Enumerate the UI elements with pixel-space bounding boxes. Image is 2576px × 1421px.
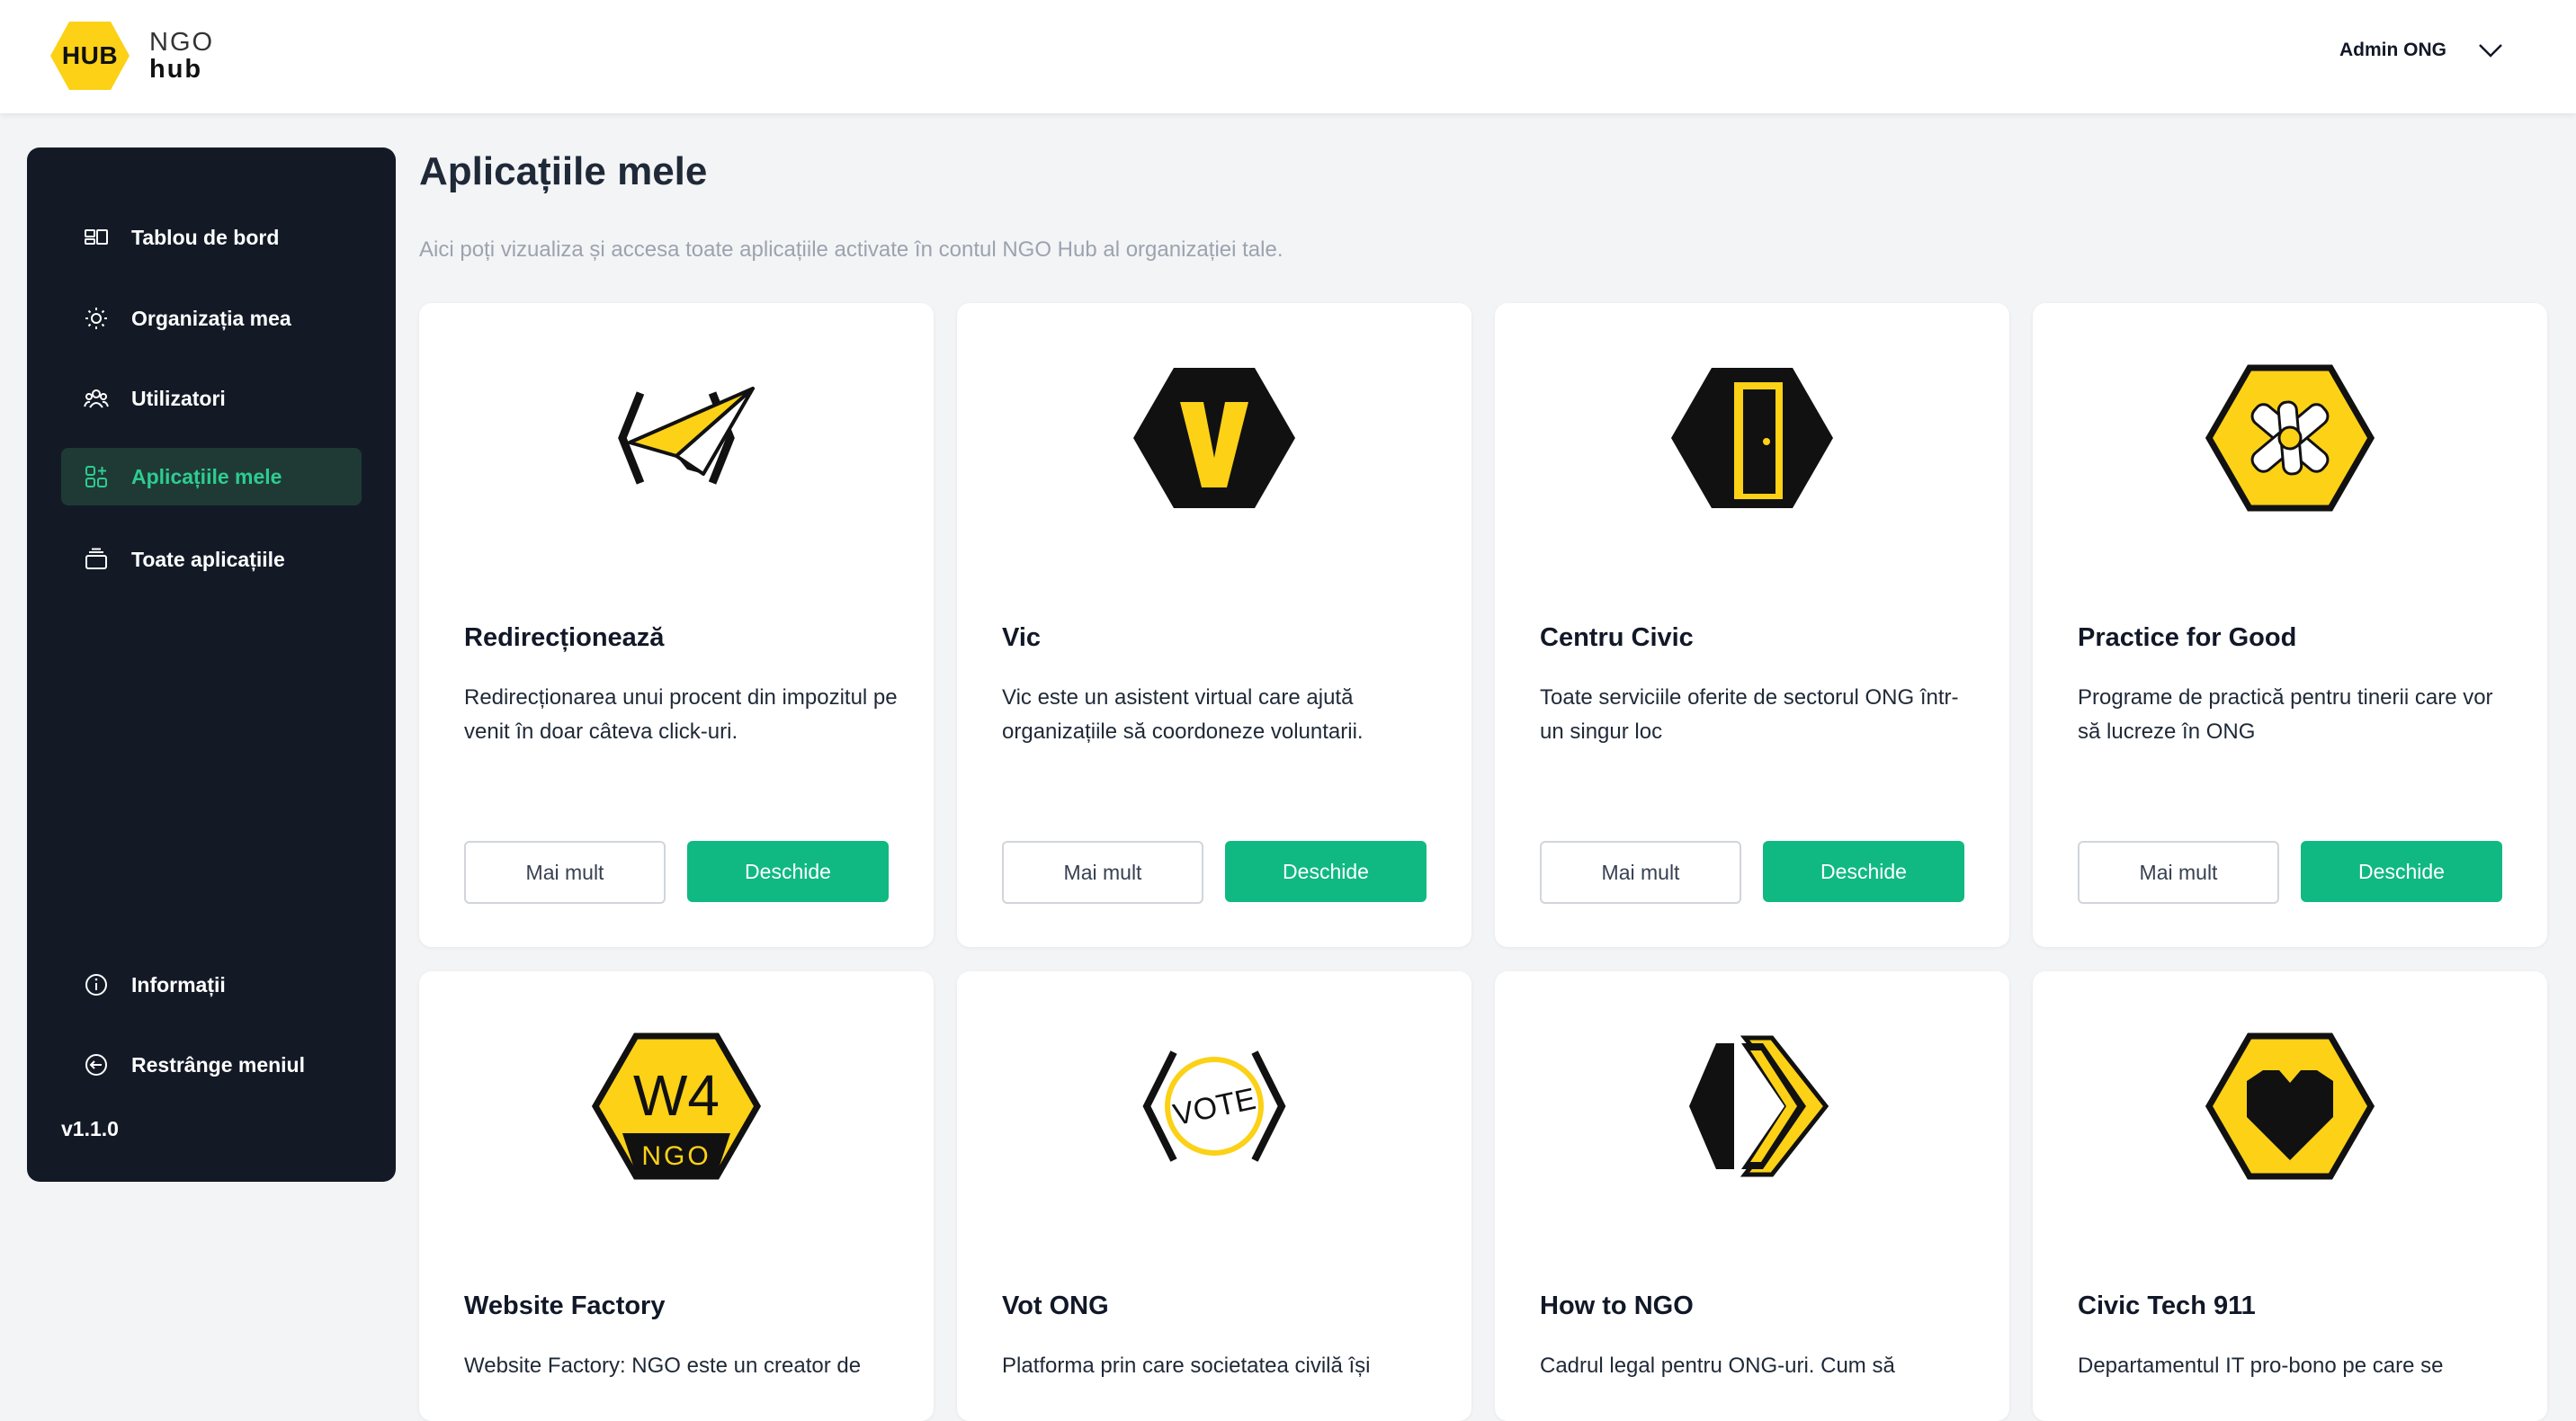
app-card-vic: Vic Vic este un asistent virtual care aj… <box>957 303 1471 947</box>
users-icon <box>83 385 110 412</box>
app-title: How to NGO <box>1540 1291 1694 1320</box>
app-card-civic-tech-911: Civic Tech 911 Departamentul IT pro-bono… <box>2033 971 2547 1421</box>
app-card-how-to-ngo: How to NGO Cadrul legal pentru ONG-uri. … <box>1495 971 2009 1421</box>
logo-badge-text: HUB <box>61 41 119 69</box>
open-button[interactable]: Deschide <box>687 841 889 902</box>
stack-icon <box>83 546 110 573</box>
chevrons-icon <box>1495 1025 2009 1187</box>
sidebar-item-users[interactable]: Utilizatori <box>61 370 362 427</box>
page-title: Aplicațiile mele <box>419 149 708 193</box>
logo-line-1: NGO <box>149 28 215 57</box>
heart-icon <box>2033 1025 2547 1187</box>
sidebar-item-label: Tablou de bord <box>131 225 280 249</box>
app-description: Programe de practică pentru tinerii care… <box>2078 685 2493 744</box>
vote-icon: VOTE <box>957 1025 1471 1187</box>
app-card-redirectioneaza: Redirecționează Redirecționarea unui pro… <box>419 303 934 947</box>
sidebar-item-label: Aplicațiile mele <box>131 464 282 488</box>
arrow-left-circle-icon <box>83 1051 110 1078</box>
app-card-centru-civic: Centru Civic Toate serviciile oferite de… <box>1495 303 2009 947</box>
ngo-hub-logo[interactable]: HUB NGO hub <box>49 20 214 92</box>
sidebar-item-label: Toate aplicațiile <box>131 547 285 571</box>
open-button[interactable]: Deschide <box>1225 841 1427 902</box>
ngo-badge-text: NGO <box>641 1141 711 1171</box>
sidebar-item-label: Restrânge meniul <box>131 1052 305 1077</box>
app-card-website-factory: W4 NGO Website Factory Website Factory: … <box>419 971 934 1421</box>
app-title: Practice for Good <box>2078 623 2297 652</box>
sidebar-item-dashboard[interactable]: Tablou de bord <box>61 209 362 266</box>
app-description: Website Factory: NGO este un creator de <box>464 1354 862 1378</box>
w4-ngo-icon: W4 NGO <box>419 1025 934 1187</box>
app-version: v1.1.0 <box>61 1117 119 1140</box>
sidebar-item-my-apps[interactable]: Aplicațiile mele <box>61 448 362 505</box>
more-button[interactable]: Mai mult <box>1540 841 1741 904</box>
app-description: Redirecționarea unui procent din impozit… <box>464 685 898 744</box>
more-button[interactable]: Mai mult <box>464 841 666 904</box>
app-description: Departamentul IT pro-bono pe care se <box>2078 1354 2444 1378</box>
open-button[interactable]: Deschide <box>2301 841 2502 902</box>
page-subtitle: Aici poți vizualiza și accesa toate apli… <box>419 237 1284 262</box>
app-title: Civic Tech 911 <box>2078 1291 2256 1320</box>
app-description: Platforma prin care societatea civilă îș… <box>1002 1354 1371 1378</box>
hands-icon <box>2033 357 2547 519</box>
sidebar-item-info[interactable]: Informații <box>61 956 362 1014</box>
app-description: Toate serviciile oferite de sectorul ONG… <box>1540 685 1959 744</box>
sidebar: Tablou de bord Organizația mea Utilizato… <box>27 147 396 1182</box>
app-description: Vic este un asistent virtual care ajută … <box>1002 685 1364 744</box>
door-icon <box>1495 357 2009 519</box>
more-button[interactable]: Mai mult <box>1002 841 1203 904</box>
sidebar-item-organization[interactable]: Organizația mea <box>61 290 362 347</box>
app-description: Cadrul legal pentru ONG-uri. Cum să <box>1540 1354 1895 1378</box>
sidebar-item-all-apps[interactable]: Toate aplicațiile <box>61 531 362 588</box>
dashboard-icon <box>83 224 110 251</box>
app-title: Website Factory <box>464 1291 666 1320</box>
app-title: Vic <box>1002 623 1042 652</box>
vic-v-icon <box>957 357 1471 519</box>
sun-icon <box>83 305 110 332</box>
w4-badge-text: W4 <box>633 1063 720 1128</box>
app-card-vot-ong: VOTE Vot ONG Platforma prin care societa… <box>957 971 1471 1421</box>
hub-hexagon-icon: HUB <box>49 20 131 92</box>
more-button[interactable]: Mai mult <box>2078 841 2279 904</box>
sidebar-item-label: Informații <box>131 972 226 996</box>
sidebar-item-label: Utilizatori <box>131 386 226 410</box>
apps-grid-icon <box>83 463 110 490</box>
sidebar-item-label: Organizația mea <box>131 306 291 330</box>
app-card-practice-for-good: Practice for Good Programe de practică p… <box>2033 303 2547 947</box>
chevron-down-icon <box>2479 44 2502 58</box>
app-title: Redirecționează <box>464 623 665 652</box>
paper-plane-icon <box>419 357 934 519</box>
open-button[interactable]: Deschide <box>1763 841 1964 902</box>
app-title: Vot ONG <box>1002 1291 1109 1320</box>
app-title: Centru Civic <box>1540 623 1694 652</box>
user-menu[interactable]: Admin ONG <box>2339 40 2504 61</box>
logo-line-2: hub <box>149 55 203 84</box>
top-header: HUB NGO hub Admin ONG <box>0 0 2576 113</box>
sidebar-item-collapse[interactable]: Restrânge meniul <box>61 1036 362 1094</box>
info-icon <box>83 971 110 998</box>
user-name: Admin ONG <box>2339 40 2446 60</box>
